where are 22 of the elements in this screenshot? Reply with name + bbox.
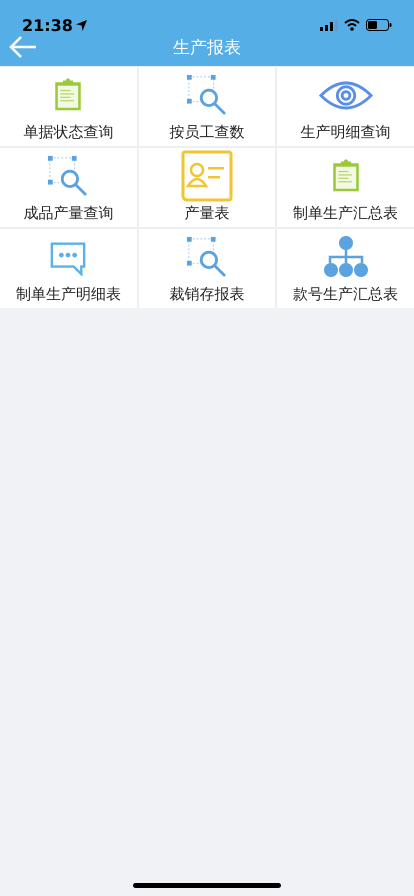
- report-tile[interactable]: 按员工查数: [138, 67, 276, 146]
- location-arrow-icon: [76, 20, 87, 30]
- report-tile[interactable]: 制单生产明细表: [0, 229, 137, 308]
- page-title: 生产报表: [173, 36, 241, 58]
- battery-icon: [366, 19, 392, 31]
- report-tile[interactable]: 款号生产汇总表: [277, 229, 414, 308]
- report-tile[interactable]: 制单生产汇总表: [277, 148, 414, 227]
- back-button[interactable]: [8, 35, 38, 59]
- contact-card-icon: [180, 150, 233, 202]
- search-icon: [47, 155, 90, 197]
- report-tile[interactable]: 单据状态查询: [0, 67, 137, 146]
- search-icon: [186, 74, 228, 116]
- signal-icon: [320, 20, 338, 30]
- search-icon: [186, 236, 228, 278]
- wifi-icon: [344, 19, 360, 31]
- report-tile[interactable]: 成品产量查询: [0, 148, 137, 227]
- status-time: 21:38: [22, 16, 73, 34]
- report-tile[interactable]: 生产明细查询: [277, 67, 414, 146]
- report-tile[interactable]: 产量表: [138, 148, 276, 227]
- back-arrow-icon: [8, 35, 38, 59]
- report-tile[interactable]: 裁销存报表: [138, 229, 276, 308]
- hierarchy-icon: [322, 235, 369, 279]
